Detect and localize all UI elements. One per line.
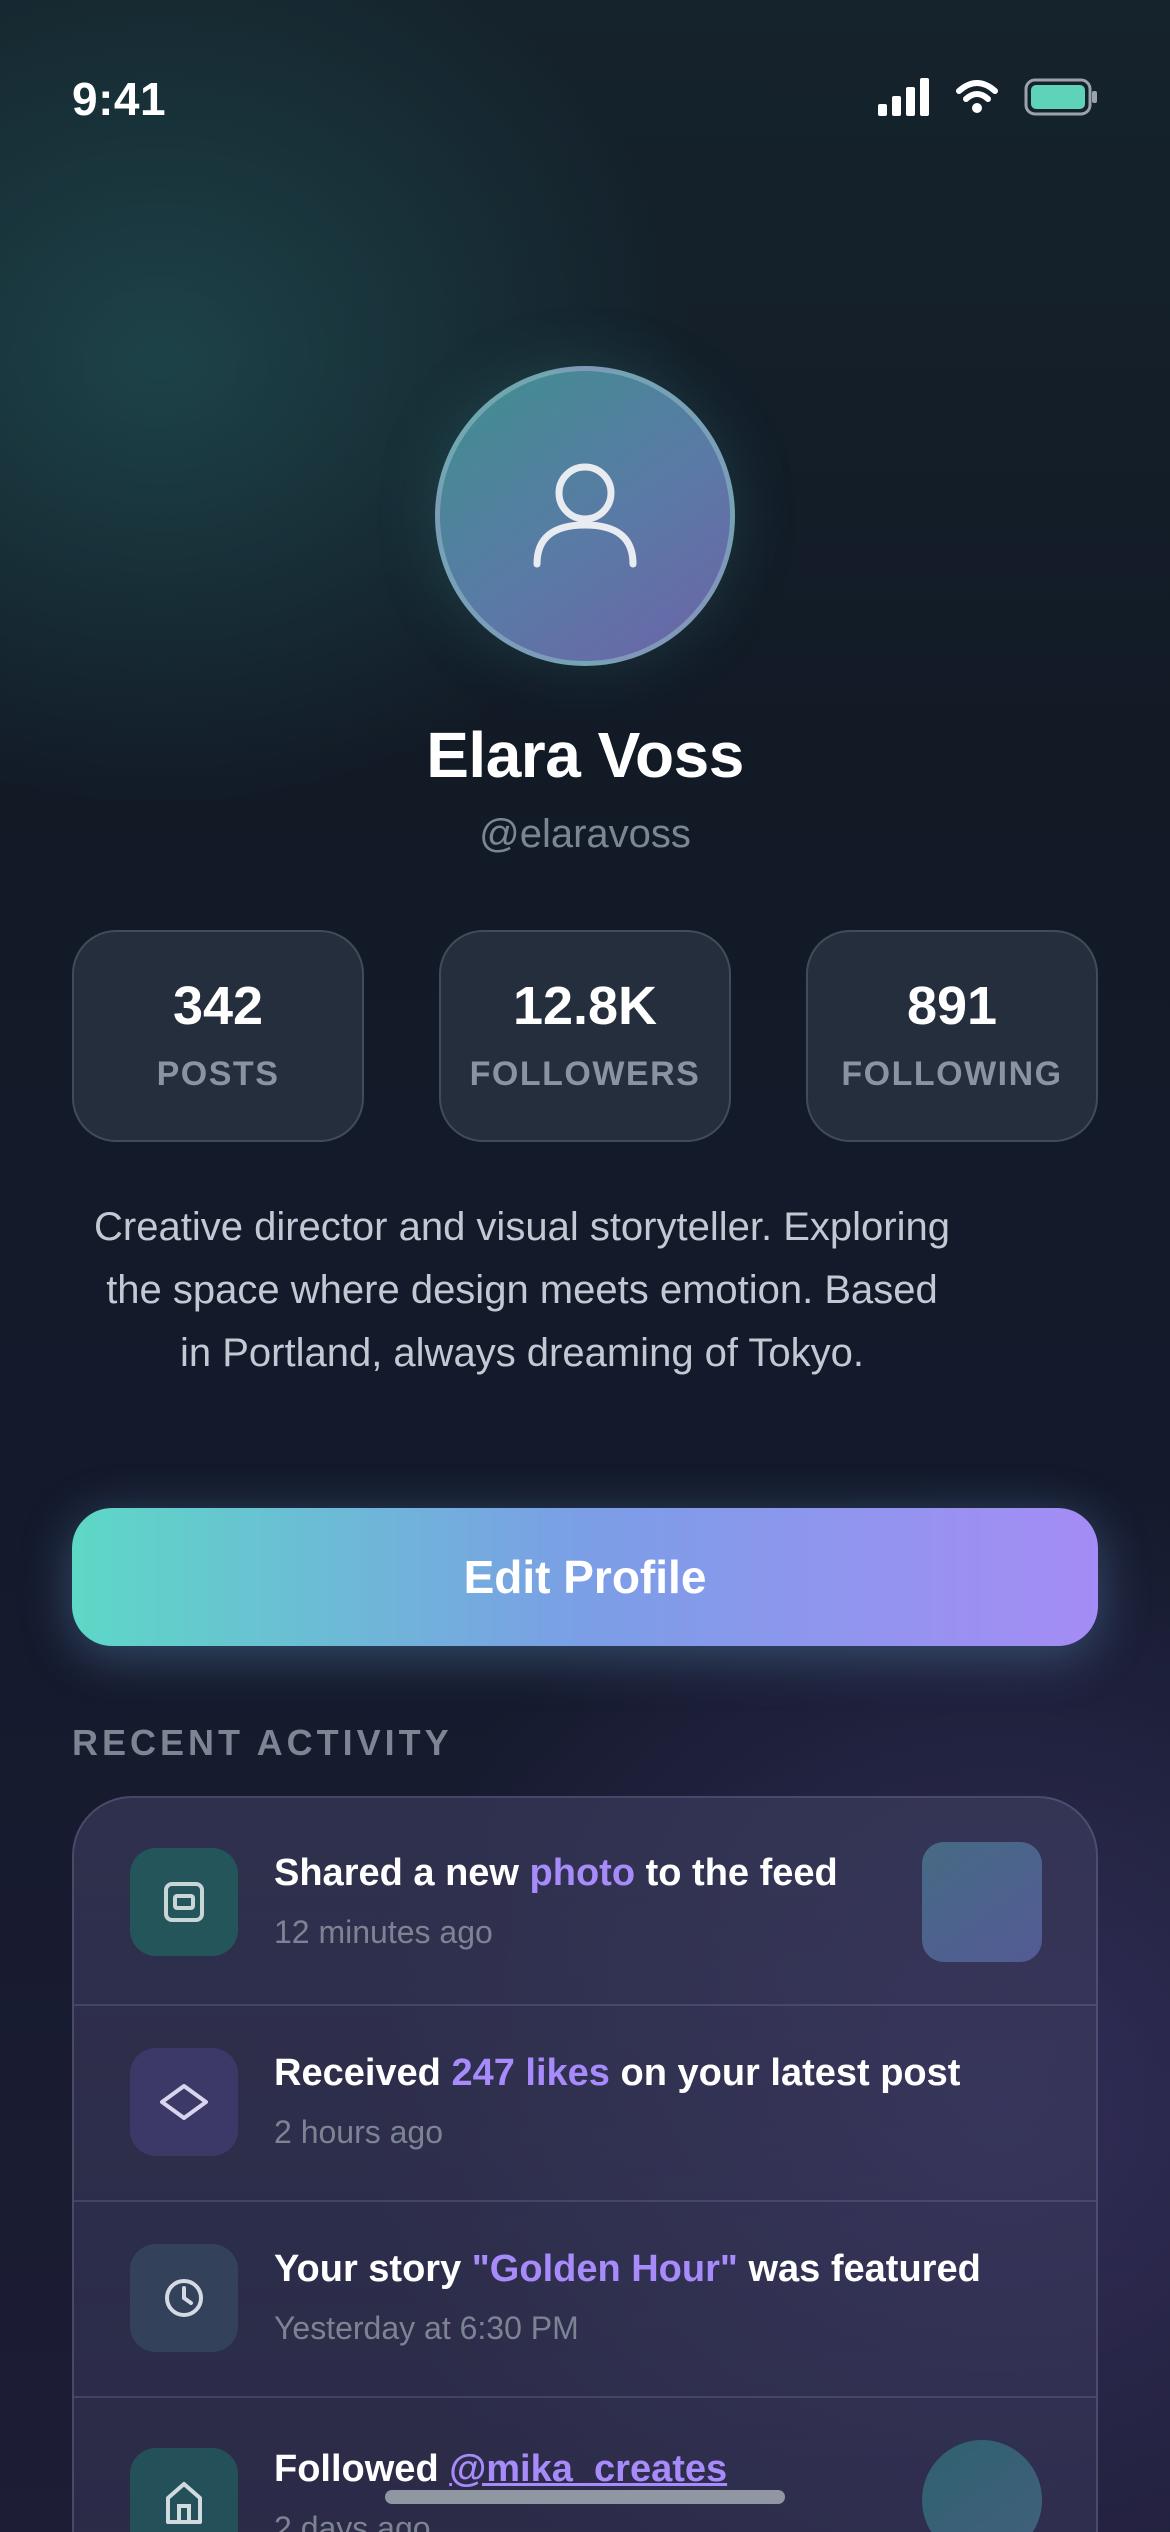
activity-item[interactable]: Shared a new photo to the feed 12 minute… (74, 1798, 1096, 2002)
activity-time: 12 minutes ago (274, 1914, 493, 1950)
wifi-icon (956, 79, 998, 115)
image-icon (130, 1848, 238, 1956)
activity-highlight[interactable]: @mika_creates (449, 2448, 727, 2490)
activity-highlight[interactable]: 247 likes (451, 2052, 609, 2094)
stat-value: 342 (172, 975, 264, 1036)
stat-label: POSTS (156, 1054, 280, 1093)
status-time: 9:41 (72, 73, 167, 125)
stat-posts[interactable]: 342 POSTS (72, 930, 364, 1142)
stat-value: 12.8K (512, 975, 658, 1036)
section-title-recent-activity: RECENT ACTIVITY (72, 1722, 453, 1763)
profile-handle: @elaravoss (479, 812, 691, 856)
stats-row: 342 POSTS 12.8K FOLLOWERS 891 FOLLOWING (72, 930, 1098, 1142)
activity-text: Your story "Golden Hour" was featured (274, 2248, 981, 2290)
profile-name: Elara Voss (426, 719, 744, 791)
activity-text: Shared a new photo to the feed (274, 1852, 838, 1894)
stat-value: 891 (906, 975, 998, 1036)
activity-list: Shared a new photo to the feed 12 minute… (72, 1796, 1098, 2532)
status-bar: 9:41 (0, 0, 1170, 200)
activity-item[interactable]: Your story "Golden Hour" was featured Ye… (74, 2202, 1096, 2396)
activity-highlight[interactable]: photo (530, 1852, 636, 1894)
profile-screen: 9:41 Elara Voss @elaravoss 342 POSTS 12.… (0, 0, 1170, 2532)
activity-time: 2 hours ago (274, 2114, 444, 2150)
home-indicator[interactable] (385, 2490, 785, 2504)
activity-text: Received 247 likes on your latest post (274, 2052, 961, 2094)
activity-thumbnail[interactable] (922, 1842, 1042, 1962)
avatar[interactable] (435, 366, 735, 666)
activity-highlight[interactable]: "Golden Hour" (472, 2248, 738, 2290)
profile-bio: Creative director and visual storyteller… (94, 1205, 950, 1375)
activity-time: Yesterday at 6:30 PM (274, 2310, 579, 2346)
status-icons (878, 78, 1098, 116)
stat-followers[interactable]: 12.8K FOLLOWERS (439, 930, 731, 1142)
activity-item[interactable]: Followed @mika_creates 2 days ago (74, 2398, 1096, 2532)
activity-avatar[interactable] (922, 2440, 1042, 2532)
activity-text: Followed @mika_creates (274, 2448, 728, 2490)
edit-profile-button[interactable]: Edit Profile (72, 1508, 1098, 1646)
diamond-icon (130, 2048, 238, 2156)
cellular-signal-icon (878, 78, 930, 116)
stat-label: FOLLOWING (841, 1054, 1063, 1093)
stat-label: FOLLOWERS (469, 1054, 701, 1093)
home-icon (130, 2448, 238, 2532)
activity-item[interactable]: Received 247 likes on your latest post 2… (74, 2006, 1096, 2200)
clock-icon (130, 2244, 238, 2352)
stat-following[interactable]: 891 FOLLOWING (806, 930, 1098, 1142)
user-icon (530, 459, 640, 574)
battery-icon (1024, 78, 1098, 116)
activity-time: 2 days ago (274, 2510, 431, 2532)
